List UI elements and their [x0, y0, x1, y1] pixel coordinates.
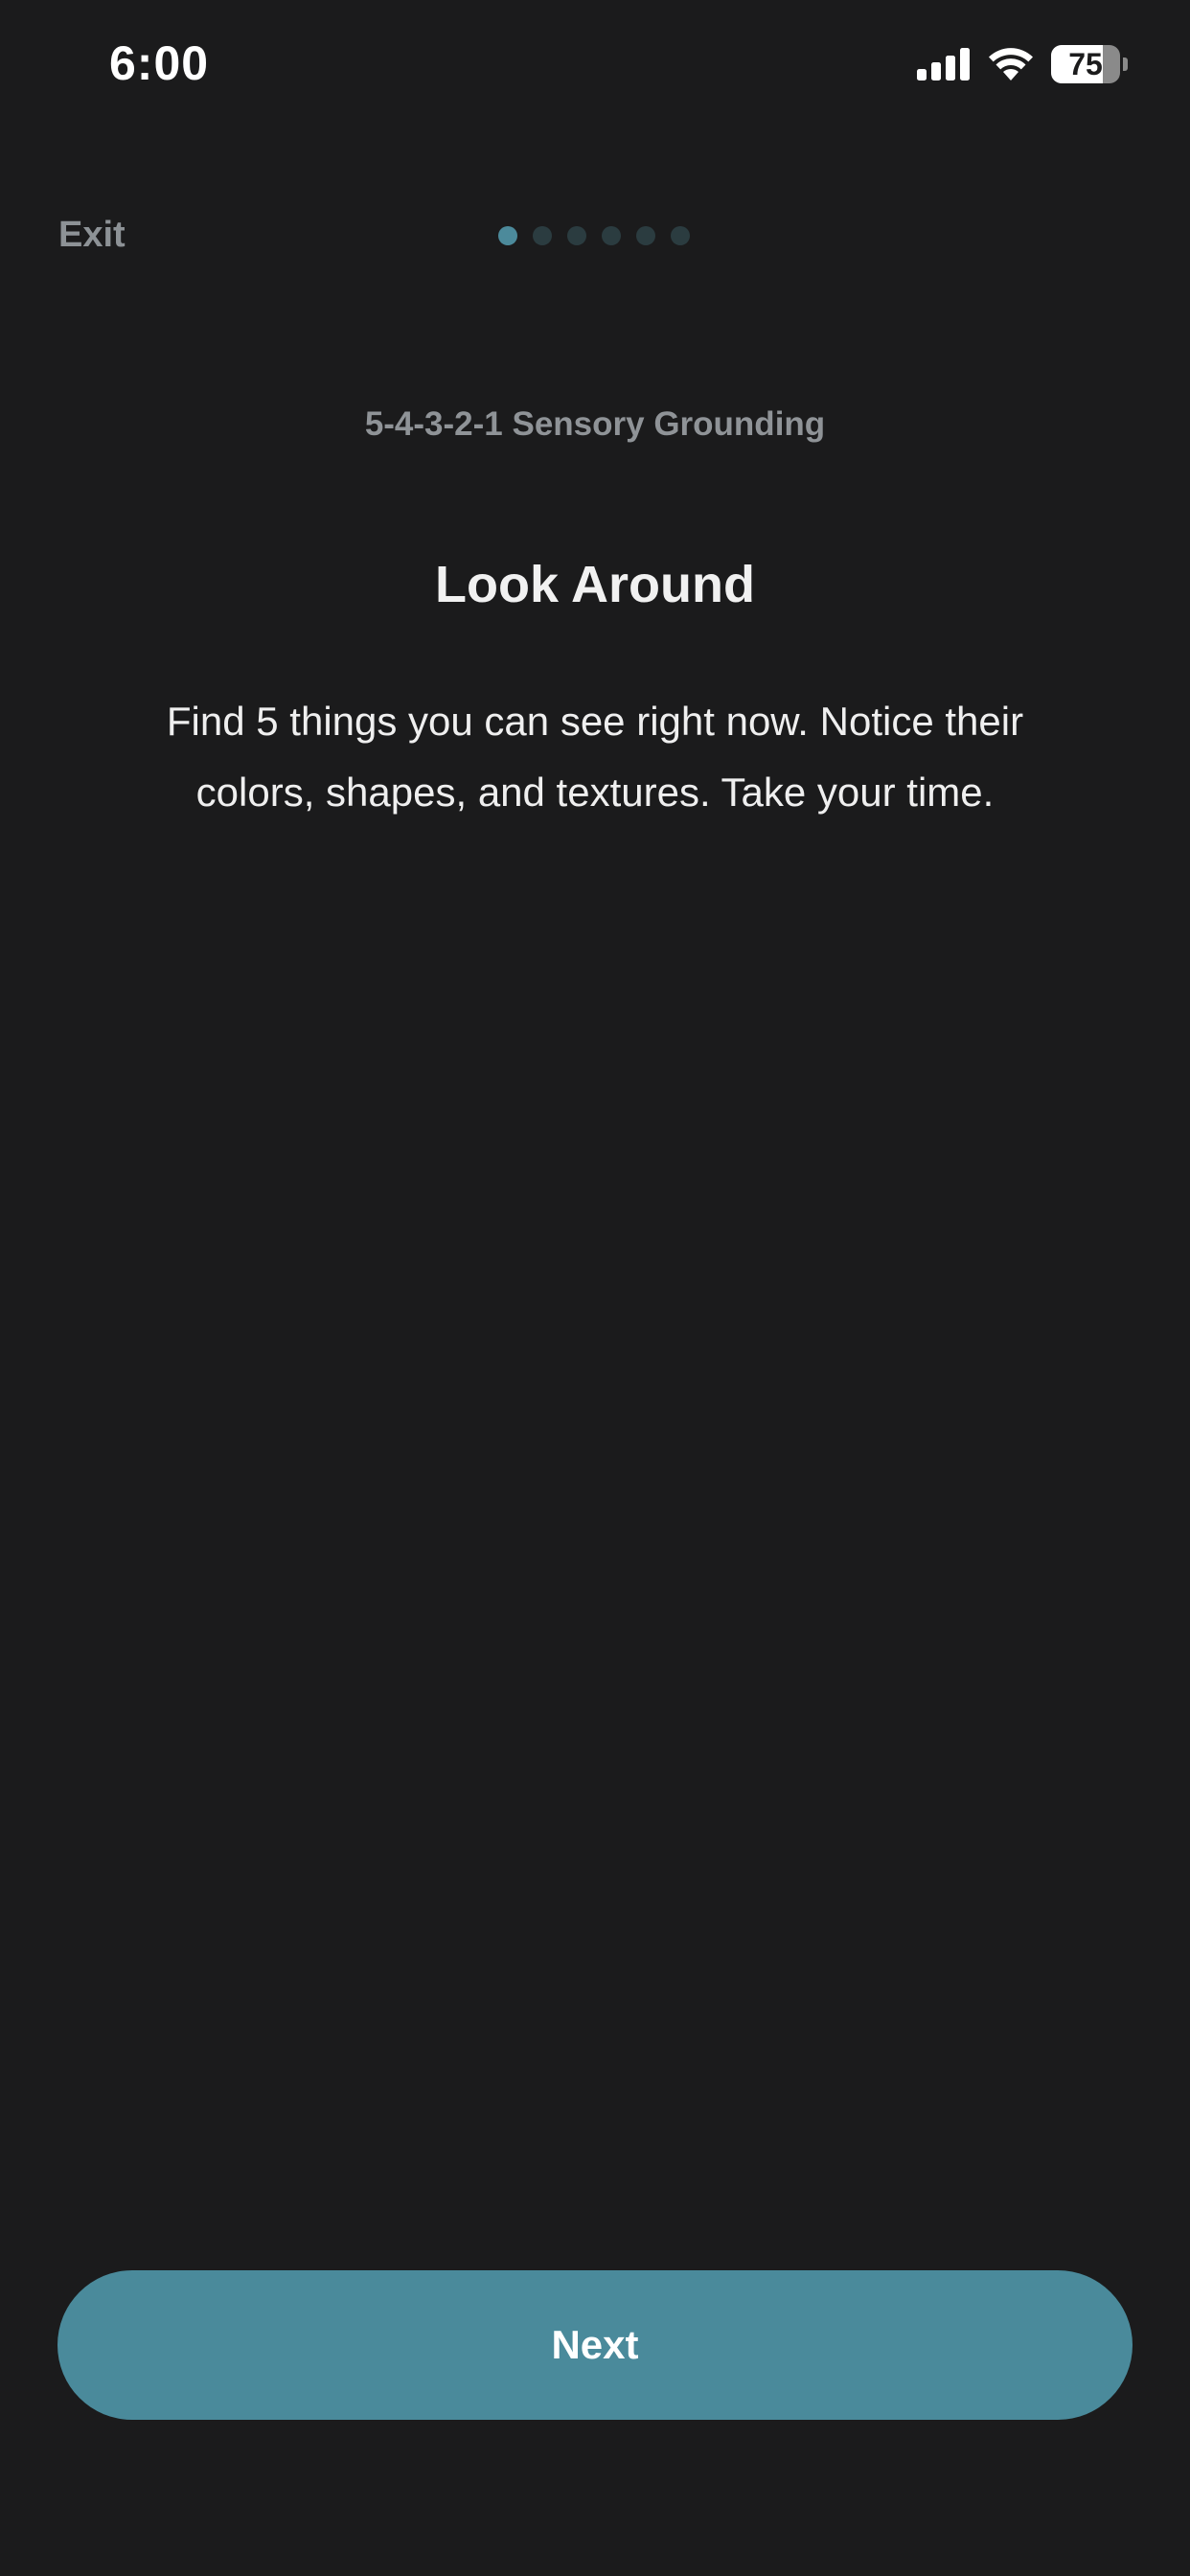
battery-cap	[1123, 58, 1128, 71]
next-button[interactable]: Next	[57, 2270, 1133, 2420]
wifi-icon	[989, 48, 1033, 80]
battery-icon: 75	[1051, 45, 1128, 83]
step-progress-indicator	[498, 226, 690, 245]
battery-level-text: 75	[1068, 47, 1103, 81]
progress-dot	[498, 226, 517, 245]
progress-dot	[567, 226, 586, 245]
battery-body: 75	[1051, 45, 1120, 83]
progress-dot	[533, 226, 552, 245]
progress-dot	[671, 226, 690, 245]
step-title: Look Around	[435, 556, 755, 613]
exercise-name: 5-4-3-2-1 Sensory Grounding	[364, 405, 826, 443]
progress-dot	[602, 226, 621, 245]
progress-dot	[636, 226, 655, 245]
exit-button[interactable]: Exit	[58, 211, 126, 259]
status-time: 6:00	[109, 36, 210, 90]
step-instruction: Find 5 things you can see right now. Not…	[166, 699, 1024, 815]
status-bar: 6:00 75	[0, 0, 1190, 134]
cellular-signal-icon	[917, 48, 970, 80]
